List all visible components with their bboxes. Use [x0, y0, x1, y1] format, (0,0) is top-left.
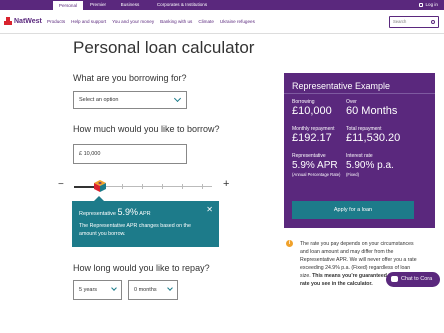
top-bar: Personal Premier Business Corporates & I… [0, 0, 444, 10]
chat-icon [391, 276, 398, 282]
nav-ukraine[interactable]: Ukraine refugees [220, 19, 255, 24]
months-value: 0 months [134, 287, 157, 293]
search-placeholder: Search [393, 19, 407, 24]
login-link[interactable]: Log in [419, 0, 438, 10]
nav-products[interactable]: Products [47, 19, 65, 24]
rep-apr-cell: Representative 5.9% APR (Annual Percenta… [292, 153, 344, 178]
years-select[interactable]: 5 years [73, 280, 122, 300]
tab-personal[interactable]: Personal [53, 0, 83, 10]
nav-banking[interactable]: Banking with us [160, 19, 192, 24]
loan-amount-input[interactable]: £ 10,000 [73, 144, 187, 164]
borrowing-value: £10,000 [292, 105, 332, 117]
slider-thumb[interactable] [94, 180, 106, 192]
search-input[interactable]: Search [389, 16, 439, 28]
over-cell: Over 60 Months [346, 99, 397, 118]
info-icon: i [286, 240, 293, 247]
lock-icon [419, 3, 424, 7]
total-value: £11,530.20 [346, 132, 401, 144]
rep-sub: (Annual Percentage Rate) [292, 172, 341, 177]
loan-amount-slider[interactable]: − + [56, 178, 236, 194]
representative-example-panel: Representative Example Borrowing £10,000… [284, 73, 435, 228]
amount-question: How much would you like to borrow? [73, 124, 220, 134]
nav-help[interactable]: Help and support [71, 19, 106, 24]
brand-name: NatWest [14, 17, 42, 25]
slider-tick [142, 184, 143, 189]
slider-tick [122, 184, 123, 189]
slider-tick [202, 184, 203, 189]
tooltip-prefix: Representative [79, 211, 116, 217]
interest-cell: Interest rate 5.90% p.a. (Fixed) [346, 153, 394, 178]
tooltip-body: The Representative APR changes based on … [79, 223, 191, 237]
interest-value: 5.90% p.a. [346, 160, 394, 171]
apply-button[interactable]: Apply for a loan [292, 201, 414, 219]
chat-label: Chat to Cora [401, 276, 433, 282]
divider [284, 93, 435, 94]
tooltip-heading: Representative 5.9% APR [79, 207, 212, 217]
natwest-logo[interactable]: NatWest [4, 17, 42, 25]
increase-icon[interactable]: + [223, 178, 229, 190]
tab-corporates[interactable]: Corporates & Institutions [151, 0, 213, 10]
interest-sub: (Fixed) [346, 172, 360, 177]
panel-title: Representative Example [292, 81, 391, 91]
over-value: 60 Months [346, 105, 398, 117]
repay-question: How long would you like to repay? [73, 263, 210, 273]
borrowing-purpose-select[interactable]: Select an option [73, 91, 187, 109]
slider-track[interactable] [98, 186, 212, 187]
main-nav: NatWest Products Help and support You an… [0, 10, 444, 34]
years-value: 5 years [79, 287, 98, 293]
nav-climate[interactable]: Climate [198, 19, 214, 24]
total-cell: Total repayment £11,530.20 [346, 126, 400, 145]
decrease-icon[interactable]: − [58, 179, 64, 190]
tooltip-suffix: APR [139, 211, 151, 217]
borrowing-cell: Borrowing £10,000 [292, 99, 332, 118]
nav-money[interactable]: You and your money [112, 19, 154, 24]
rep-value: 5.9% APR [292, 160, 338, 171]
borrowing-question: What are you borrowing for? [73, 73, 187, 83]
apr-tooltip: Representative 5.9% APR ✕ The Representa… [72, 196, 219, 247]
slider-tick [182, 184, 183, 189]
tab-business[interactable]: Business [115, 0, 145, 10]
close-icon[interactable]: ✕ [206, 205, 213, 214]
monthly-cell: Monthly repayment £192.17 [292, 126, 335, 145]
page-title: Personal loan calculator [73, 38, 255, 57]
chevron-down-icon [173, 94, 182, 103]
login-label: Log in [425, 2, 438, 7]
months-select[interactable]: 0 months [128, 280, 178, 300]
monthly-value: £192.17 [292, 132, 332, 144]
nav-links: Products Help and support You and your m… [47, 19, 255, 24]
search-icon[interactable] [431, 20, 435, 24]
chevron-down-icon [167, 285, 173, 291]
chevron-down-icon [111, 285, 117, 291]
tab-premier[interactable]: Premier [86, 0, 110, 10]
natwest-cube-icon [4, 17, 12, 25]
borrowing-select-value: Select an option [79, 97, 119, 103]
tooltip-rate: 5.9% [117, 207, 139, 217]
chat-button[interactable]: Chat to Cora [386, 272, 440, 287]
slider-tick [162, 184, 163, 189]
